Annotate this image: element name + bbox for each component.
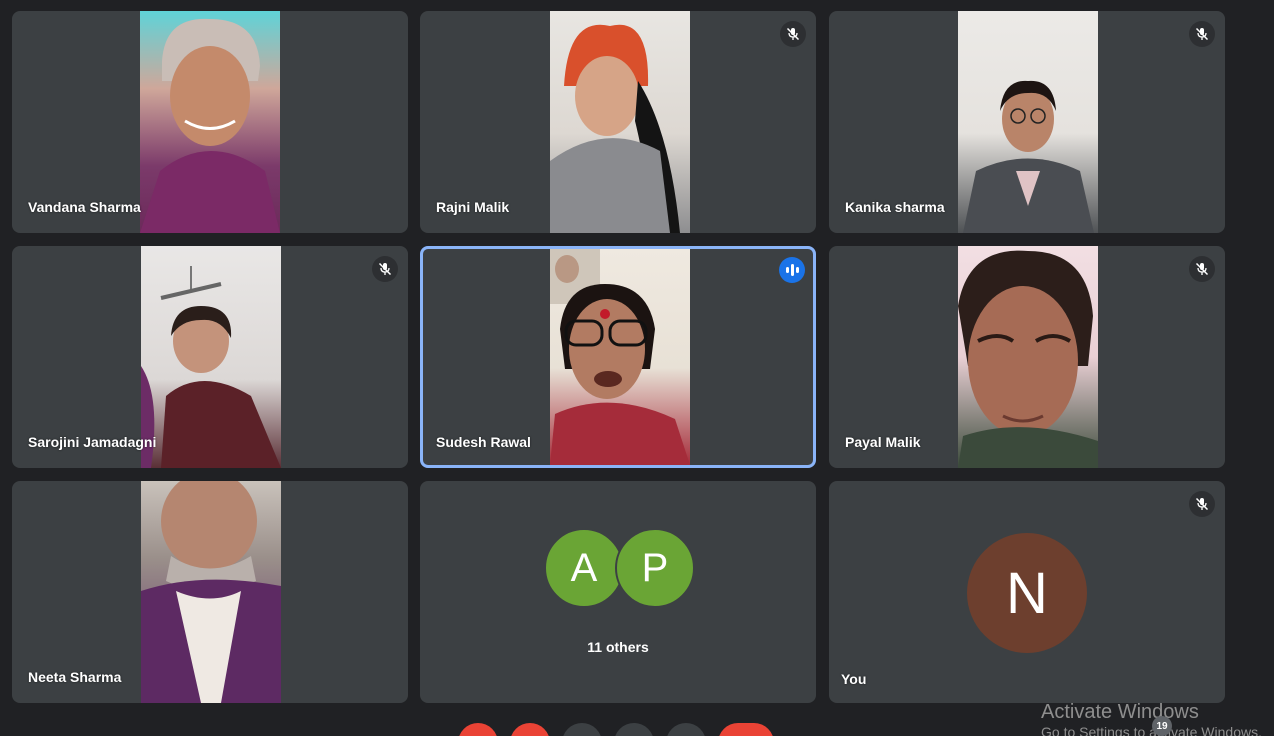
participant-video	[550, 249, 690, 465]
mic-off-icon	[780, 21, 806, 47]
avatar: A	[544, 528, 624, 608]
participant-name: Payal Malik	[845, 434, 921, 450]
participant-tile-vandana-sharma[interactable]: Vandana Sharma	[12, 11, 408, 233]
mic-off-icon	[1189, 256, 1215, 282]
notification-badge: 19	[1152, 716, 1172, 736]
activate-windows-watermark: Activate Windows	[1041, 701, 1199, 723]
participant-name: Sarojini Jamadagni	[28, 434, 157, 450]
participant-video	[550, 11, 690, 233]
participant-video	[958, 246, 1098, 468]
participant-tile-payal-malik[interactable]: Payal Malik	[829, 246, 1225, 468]
self-avatar: N	[967, 533, 1087, 653]
participant-video	[141, 246, 281, 468]
participant-video	[958, 11, 1098, 233]
participant-video	[141, 481, 281, 703]
participant-name: Neeta Sharma	[28, 669, 122, 685]
others-tile[interactable]: A P 11 others	[420, 481, 816, 703]
participant-name: Kanika sharma	[845, 199, 945, 215]
mic-off-icon	[1189, 21, 1215, 47]
participant-name: You	[841, 671, 867, 687]
participant-tile-sudesh-rawal[interactable]: Sudesh Rawal	[420, 246, 816, 468]
speaking-indicator-icon	[779, 257, 805, 283]
mic-off-icon	[372, 256, 398, 282]
others-count-label: 11 others	[587, 639, 649, 655]
mic-toggle-button[interactable]	[458, 723, 498, 736]
more-options-button[interactable]	[666, 723, 706, 736]
captions-button[interactable]	[562, 723, 602, 736]
camera-toggle-button[interactable]	[510, 723, 550, 736]
participant-tile-rajni-malik[interactable]: Rajni Malik	[420, 11, 816, 233]
mic-off-icon	[1189, 491, 1215, 517]
present-button[interactable]	[614, 723, 654, 736]
participant-tile-kanika-sharma[interactable]: Kanika sharma	[829, 11, 1225, 233]
participant-tile-sarojini-jamadagni[interactable]: Sarojini Jamadagni	[12, 246, 408, 468]
participant-name: Vandana Sharma	[28, 199, 141, 215]
end-call-button[interactable]	[718, 723, 774, 736]
participant-video	[140, 11, 280, 233]
self-tile[interactable]: N You	[829, 481, 1225, 703]
participant-tile-neeta-sharma[interactable]: Neeta Sharma	[12, 481, 408, 703]
avatar: P	[615, 528, 695, 608]
participant-name: Rajni Malik	[436, 199, 510, 215]
participant-name: Sudesh Rawal	[436, 434, 531, 450]
